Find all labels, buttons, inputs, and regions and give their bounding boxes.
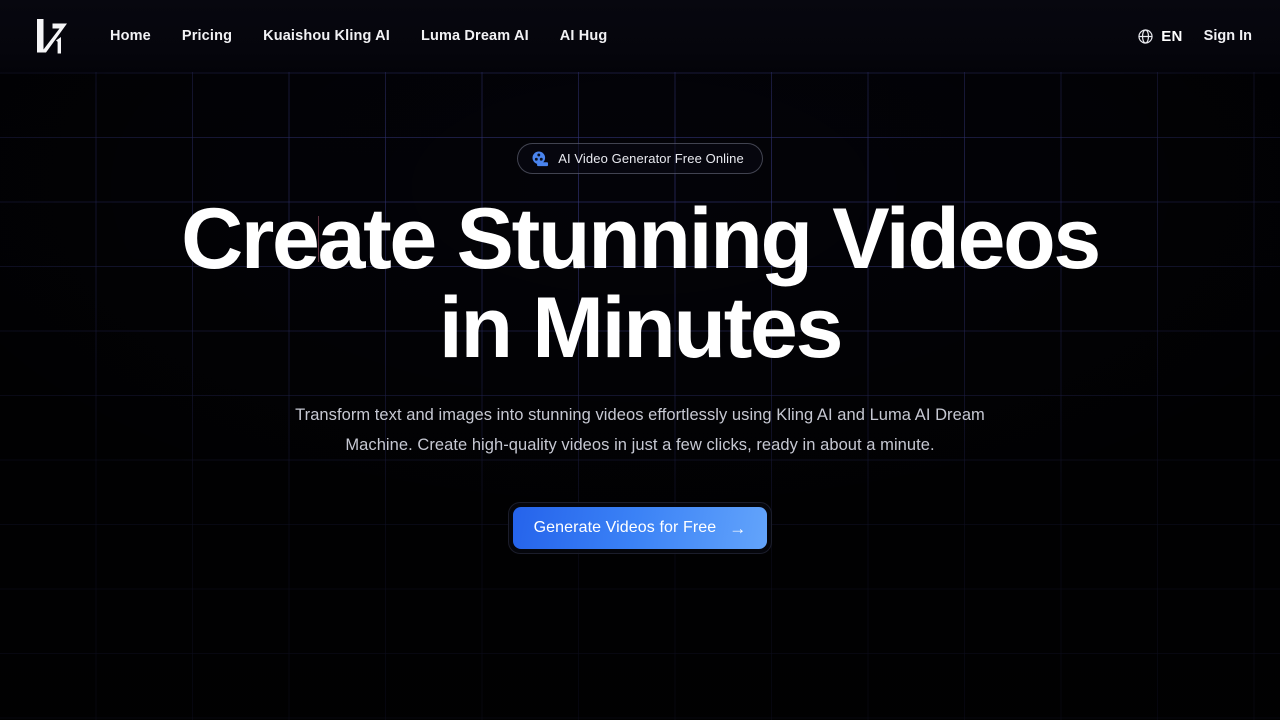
- hero-subtitle: Transform text and images into stunning …: [295, 406, 985, 454]
- cta-label: Generate Videos for Free: [533, 519, 717, 536]
- globe-icon: [1137, 28, 1154, 45]
- hero-badge[interactable]: AI Video Generator Free Online: [517, 143, 763, 174]
- sign-in-link[interactable]: Sign In: [1204, 28, 1252, 44]
- nav-link-home[interactable]: Home: [110, 28, 151, 44]
- language-code: EN: [1161, 27, 1183, 45]
- nav-link-luma-dream-ai[interactable]: Luma Dream AI: [421, 28, 529, 44]
- cta-focus-ring: Generate Videos for Free →: [507, 502, 773, 554]
- v1-logo[interactable]: [30, 14, 74, 58]
- site-header: Home Pricing Kuaishou Kling AI Luma Drea…: [0, 0, 1280, 72]
- nav-link-pricing[interactable]: Pricing: [182, 28, 232, 44]
- generate-videos-button[interactable]: Generate Videos for Free →: [512, 507, 768, 549]
- hero-section: AI Video Generator Free Online Create St…: [0, 72, 1280, 720]
- primary-navigation: Home Pricing Kuaishou Kling AI Luma Drea…: [110, 28, 607, 44]
- hero-title: Create Stunning Videos in Minutes: [181, 191, 1101, 376]
- language-switcher[interactable]: EN: [1137, 28, 1182, 45]
- hero-badge-label: AI Video Generator Free Online: [558, 151, 744, 166]
- arrow-right-icon: →: [729, 518, 747, 538]
- nav-link-ai-hug[interactable]: AI Hug: [560, 28, 608, 44]
- header-actions: EN Sign In: [1137, 28, 1252, 45]
- film-reel-icon: [531, 150, 549, 168]
- nav-link-kuaishou-kling-ai[interactable]: Kuaishou Kling AI: [263, 28, 390, 44]
